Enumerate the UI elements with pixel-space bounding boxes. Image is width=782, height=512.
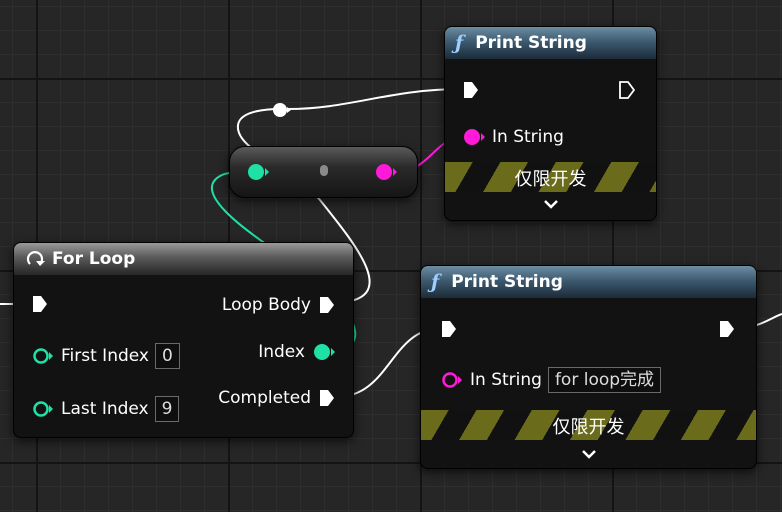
loop-body-pin[interactable]: Loop Body xyxy=(222,295,335,315)
string-pin-icon xyxy=(442,372,462,388)
function-f-icon: ƒ xyxy=(431,271,440,293)
last-index-pin[interactable]: Last Index 9 xyxy=(32,396,180,422)
for-loop-title: For Loop xyxy=(52,249,136,269)
exec-arrow-icon xyxy=(33,296,47,312)
in-string-value-input[interactable]: for loop完成 xyxy=(547,367,662,393)
index-pin[interactable]: Index xyxy=(258,342,335,362)
print-string-1-title: Print String xyxy=(475,33,587,53)
print-string-1-exec-out[interactable] xyxy=(619,81,635,99)
int-pin-icon xyxy=(33,348,53,364)
print-string-2-title: Print String xyxy=(451,272,563,292)
print-string-1-in-string-label: In String xyxy=(492,127,564,147)
string-pin-icon xyxy=(464,129,485,145)
exec-arrow-icon xyxy=(320,390,334,406)
print-string-node-1[interactable]: ƒ Print String In String 仅限开发 xyxy=(444,26,657,221)
loop-body-label: Loop Body xyxy=(221,295,311,315)
completed-label: Completed xyxy=(218,388,311,408)
exec-arrow-icon xyxy=(720,321,734,337)
conversion-output-pin[interactable] xyxy=(375,163,397,181)
reroute-knot[interactable] xyxy=(270,100,292,120)
last-index-label: Last Index xyxy=(61,399,149,419)
int-pin-icon xyxy=(314,344,335,360)
exec-arrow-outline-icon xyxy=(619,81,635,99)
first-index-label: First Index xyxy=(61,346,149,366)
print-string-2-in-string-label: In String xyxy=(470,370,542,390)
first-index-input[interactable]: 0 xyxy=(154,343,180,369)
int-pin-icon xyxy=(33,401,53,417)
print-string-2-exec-in[interactable] xyxy=(441,320,457,338)
print-string-1-expand[interactable] xyxy=(445,195,656,214)
print-string-2-exec-out[interactable] xyxy=(719,320,735,338)
chevron-down-icon xyxy=(543,200,558,209)
print-string-2-header[interactable]: ƒ Print String xyxy=(421,266,756,298)
print-string-2-expand[interactable] xyxy=(421,445,756,464)
completed-pin[interactable]: Completed xyxy=(218,388,335,408)
last-index-input[interactable]: 9 xyxy=(154,396,180,422)
conversion-input-pin[interactable] xyxy=(247,163,269,181)
print-string-1-in-string-pin[interactable]: In String xyxy=(463,127,564,147)
conversion-node[interactable] xyxy=(229,146,418,198)
loop-icon xyxy=(26,251,45,266)
print-string-2-in-string-pin[interactable]: In String for loop完成 xyxy=(441,367,662,393)
exec-arrow-icon xyxy=(464,82,478,98)
for-loop-node[interactable]: For Loop First Index 0 Last Index 9 Loop… xyxy=(13,242,354,438)
first-index-pin[interactable]: First Index 0 xyxy=(32,343,180,369)
development-only-label: 仅限开发 xyxy=(514,169,587,190)
development-only-label: 仅限开发 xyxy=(552,417,625,438)
print-string-1-exec-in[interactable] xyxy=(463,81,479,99)
for-loop-exec-in[interactable] xyxy=(32,295,48,313)
print-string-1-header[interactable]: ƒ Print String xyxy=(445,27,656,59)
print-string-node-2[interactable]: ƒ Print String In String for loop完成 仅限开发 xyxy=(420,265,757,469)
function-f-icon: ƒ xyxy=(455,32,464,54)
chevron-down-icon xyxy=(581,450,596,459)
exec-arrow-icon xyxy=(320,297,334,313)
index-label: Index xyxy=(258,342,305,362)
for-loop-header[interactable]: For Loop xyxy=(14,243,353,275)
exec-arrow-icon xyxy=(442,321,456,337)
conversion-dot-icon xyxy=(320,165,328,176)
